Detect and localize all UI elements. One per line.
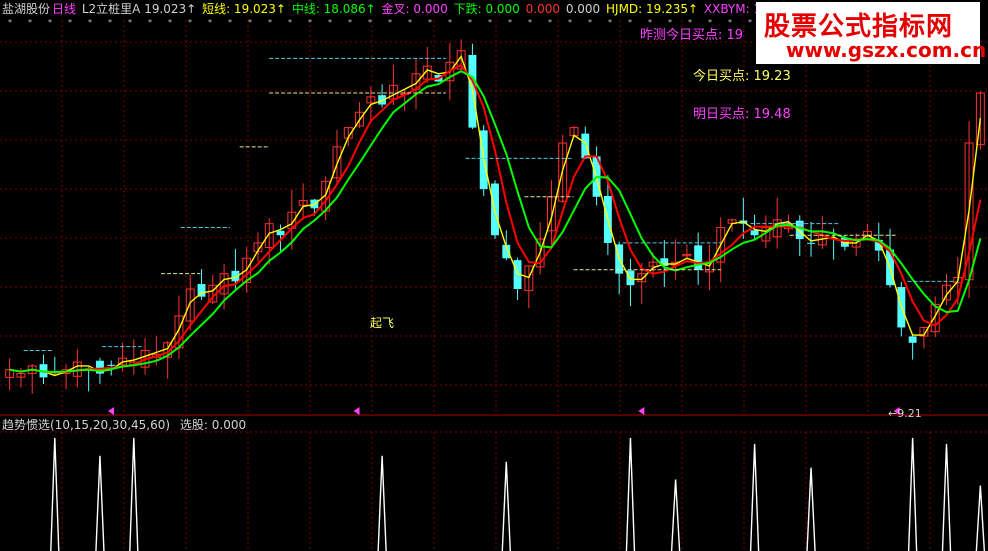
- star-marker-9: *: [188, 18, 192, 27]
- star-marker-0: *: [8, 18, 12, 27]
- star-marker-7: *: [148, 18, 152, 27]
- period-label[interactable]: 日线: [52, 2, 76, 16]
- yesterday-buy-point: 昨测今日买点: 19: [640, 28, 744, 43]
- star-marker-18: *: [368, 18, 372, 27]
- tomorrow-buy-point: 明日买点: 19.48: [693, 107, 791, 122]
- kline-chart[interactable]: ****************************************…: [0, 0, 988, 551]
- marker-triangle-1: [353, 407, 360, 415]
- signal-spike-9: [907, 437, 918, 551]
- star-marker-10: *: [208, 18, 212, 27]
- signal-spike-6: [670, 479, 681, 551]
- signal-spike-3: [377, 455, 387, 551]
- star-marker-19: *: [388, 18, 392, 27]
- star-marker-26: *: [528, 18, 532, 27]
- watermark-logo: 股票公式指标网 www.gszx.com.cn: [756, 2, 986, 64]
- star-marker-3: *: [68, 18, 72, 27]
- subpanel-select: 选股: 0.000: [179, 418, 247, 432]
- star-marker-11: *: [228, 18, 232, 27]
- signal-spike-11: [975, 485, 986, 551]
- main-header: 盐湖股份 日线 L2立桩里A 19.023↑ 短线: 19.023↑ 中线: 18…: [2, 1, 790, 17]
- fall-value: 下跌: 0.000: [453, 2, 520, 16]
- candle-body-80: [908, 336, 917, 343]
- chart-stage: ****************************************…: [0, 0, 988, 551]
- candle-body-66: [750, 230, 759, 236]
- star-marker-21: *: [428, 18, 432, 27]
- signal-spike-4: [501, 461, 511, 551]
- star-marker-24: *: [488, 18, 492, 27]
- star-marker-4: *: [88, 18, 92, 27]
- star-marker-16: *: [328, 18, 332, 27]
- star-marker-6: *: [128, 18, 132, 27]
- candle-body-71: [807, 242, 815, 244]
- star-marker-23: *: [468, 18, 472, 27]
- short-line-value: 短线: 19.023↑: [202, 2, 286, 16]
- star-marker-31: *: [628, 18, 632, 27]
- stock-name[interactable]: 盐湖股份: [2, 2, 50, 16]
- star-marker-29: *: [588, 18, 592, 27]
- signal-spike-7: [749, 443, 760, 551]
- star-marker-15: *: [308, 18, 312, 27]
- low-price-label: ←9.21: [888, 407, 922, 420]
- subpanel-header: 趋势惯选(10,15,20,30,45,60) 选股: 0.000: [2, 417, 246, 433]
- star-marker-17: *: [348, 18, 352, 27]
- signal-spike-1: [95, 455, 105, 551]
- star-marker-28: *: [568, 18, 572, 27]
- extra-value: 0.000: [525, 2, 560, 16]
- takeoff-label: 起飞: [370, 316, 395, 330]
- star-marker-8: *: [168, 18, 172, 27]
- line-a-value: L2立桩里A 19.023↑: [81, 2, 197, 16]
- marker-triangle-2: [638, 407, 645, 415]
- extra2-value: 0.000: [565, 2, 601, 16]
- star-marker-2: *: [48, 18, 52, 27]
- marker-triangle-0: [108, 407, 115, 415]
- star-marker-22: *: [448, 18, 452, 27]
- star-marker-20: *: [408, 18, 412, 27]
- subpanel-title[interactable]: 趋势惯选(10,15,20,30,45,60): [2, 418, 170, 432]
- star-marker-1: *: [28, 18, 32, 27]
- signal-spike-0: [50, 437, 60, 551]
- mid-line-value: 中线: 18.086↑: [291, 2, 376, 16]
- signal-spike-8: [806, 467, 816, 551]
- star-marker-27: *: [548, 18, 552, 27]
- star-marker-13: *: [268, 18, 272, 27]
- candle-body-24: [276, 230, 285, 236]
- star-marker-37: *: [748, 18, 752, 27]
- star-marker-25: *: [508, 18, 512, 27]
- star-marker-12: *: [248, 18, 252, 27]
- star-marker-30: *: [608, 18, 612, 27]
- candle-body-9: [107, 364, 116, 366]
- candle-body-51: [581, 133, 590, 159]
- star-marker-14: *: [288, 18, 292, 27]
- watermark-url: www.gszx.com.cn: [786, 38, 987, 62]
- signal-spike-5: [625, 437, 636, 551]
- golden-cross-value: 金叉: 0.000: [381, 2, 448, 16]
- signal-spike-10: [941, 443, 952, 551]
- hjmd-value: HJMD: 19.235↑: [606, 2, 699, 16]
- candle-body-55: [626, 270, 635, 286]
- today-buy-point: 今日买点: 19.23: [693, 69, 791, 84]
- signal-spike-2: [129, 437, 139, 551]
- star-marker-5: *: [108, 18, 112, 27]
